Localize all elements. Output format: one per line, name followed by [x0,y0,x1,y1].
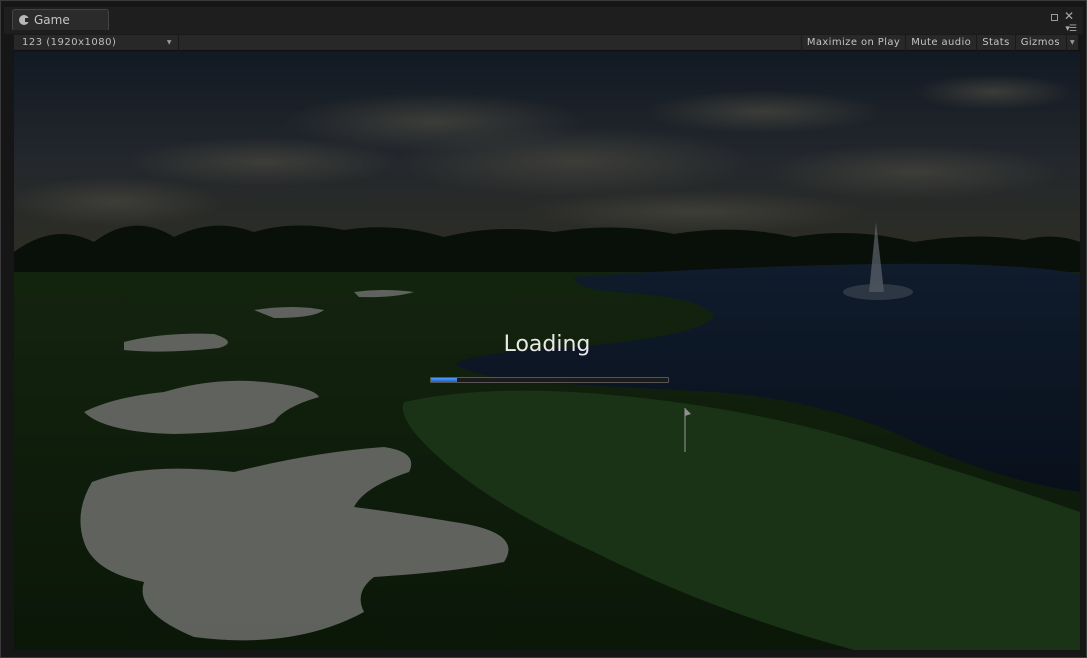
loading-progress-fill [431,378,458,382]
tab-game[interactable]: Game [12,9,109,30]
maximize-icon[interactable] [1051,14,1058,21]
game-viewport[interactable]: Loading [14,52,1080,650]
chevron-down-icon[interactable]: ▼ [1065,34,1075,51]
maximize-on-play-button[interactable]: Maximize on Play [800,34,905,51]
loading-progress-bar [430,377,669,383]
gizmos-label: Gizmos [1020,37,1060,48]
tab-menu-icon[interactable]: ▾☰ [1065,24,1077,34]
mute-audio-button[interactable]: Mute audio [905,34,976,51]
chevron-down-icon: ▼ [166,39,172,46]
close-icon[interactable]: ✕ [1064,10,1074,22]
pacman-icon [19,15,30,25]
stats-button[interactable]: Stats [976,34,1015,51]
gizmos-button[interactable]: Gizmos ▼ [1014,34,1078,51]
loading-text: Loading [503,332,591,357]
game-toolbar: 123 (1920x1080) ▼ Maximize on Play Mute … [14,34,1078,51]
tab-game-label: Game [34,13,70,27]
resolution-label: 123 (1920x1080) [22,37,117,48]
game-window: Game ✕ ▾☰ 123 (1920x1080) ▼ Maximize on … [0,0,1087,658]
tab-bar [4,7,1083,34]
resolution-dropdown[interactable]: 123 (1920x1080) ▼ [14,34,179,51]
